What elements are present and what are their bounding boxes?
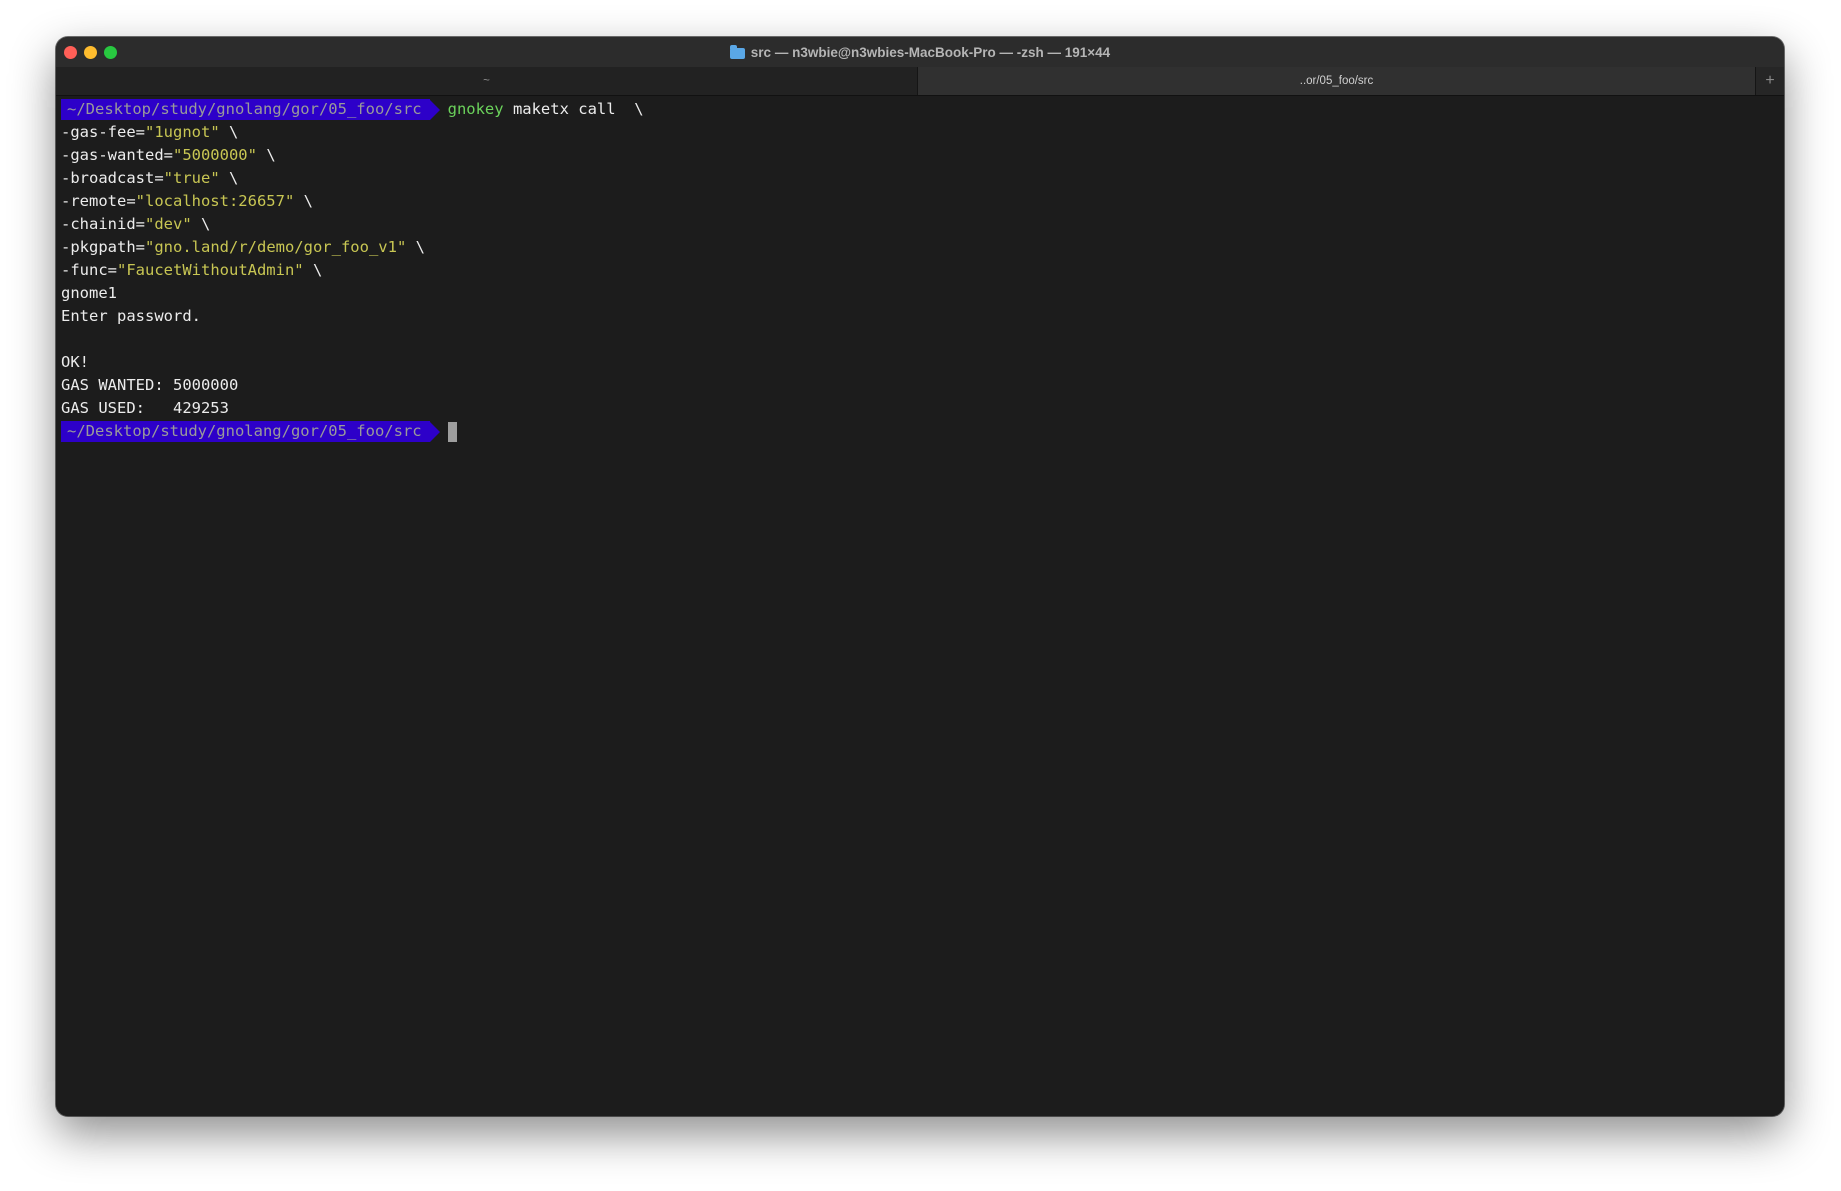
tab-src-label: ..or/05_foo/src bbox=[1299, 75, 1374, 87]
flag-key: -chainid= bbox=[61, 215, 145, 233]
prompt-path: ~/Desktop/study/gnolang/gor/05_foo/src bbox=[61, 421, 430, 442]
flag-value: "1ugnot" bbox=[145, 123, 220, 141]
terminal-output[interactable]: ~/Desktop/study/gnolang/gor/05_foo/src g… bbox=[56, 96, 1784, 1116]
minimize-window-button[interactable] bbox=[84, 46, 97, 59]
flag-key: -pkgpath= bbox=[61, 238, 145, 256]
text-cursor[interactable] bbox=[447, 421, 457, 442]
flag-value: "dev" bbox=[145, 215, 192, 233]
flag-key: -gas-fee= bbox=[61, 123, 145, 141]
flag-line: -gas-wanted= "5000000" \ bbox=[61, 144, 1784, 167]
current-prompt-line: ~/Desktop/study/gnolang/gor/05_foo/src bbox=[61, 420, 1784, 443]
folder-icon bbox=[729, 44, 745, 59]
prompt-arrow bbox=[429, 421, 440, 442]
flag-value: "gno.land/r/demo/gor_foo_v1" bbox=[145, 238, 407, 256]
flag-key: -gas-wanted= bbox=[61, 146, 173, 164]
tab-home[interactable]: ~ bbox=[56, 67, 917, 95]
terminal-window: src — n3wbie@n3wbies-MacBook-Pro — -zsh … bbox=[56, 37, 1784, 1116]
flag-tail: \ bbox=[219, 169, 239, 187]
output-ok: OK! bbox=[61, 353, 89, 371]
flag-key: -func= bbox=[61, 261, 117, 279]
flag-tail: \ bbox=[191, 215, 211, 233]
title-bar: src — n3wbie@n3wbies-MacBook-Pro — -zsh … bbox=[56, 37, 1784, 67]
flag-tail: \ bbox=[406, 238, 425, 256]
flag-line: -func= "FaucetWithoutAdmin" \ bbox=[61, 259, 1784, 282]
flag-line: -pkgpath= "gno.land/r/demo/gor_foo_v1" \ bbox=[61, 236, 1784, 259]
tab-bar: ~ ..or/05_foo/src + bbox=[56, 67, 1784, 96]
output-gas-used: GAS USED: 429253 bbox=[61, 399, 229, 417]
flag-key: -broadcast= bbox=[61, 169, 164, 187]
tab-home-label: ~ bbox=[483, 75, 490, 87]
close-window-button[interactable] bbox=[64, 46, 77, 59]
command-program: gnokey bbox=[447, 100, 504, 118]
flag-value: "true" bbox=[163, 169, 220, 187]
flag-tail: \ bbox=[294, 192, 313, 210]
flag-value: "localhost:26657" bbox=[135, 192, 295, 210]
output-gas-wanted: GAS WANTED: 5000000 bbox=[61, 376, 239, 394]
command-args: maketx call \ bbox=[503, 100, 644, 118]
flag-line: -chainid= "dev" \ bbox=[61, 213, 1784, 236]
flag-key: -remote= bbox=[61, 192, 136, 210]
window-title: src — n3wbie@n3wbies-MacBook-Pro — -zsh … bbox=[729, 44, 1111, 60]
new-tab-button[interactable]: + bbox=[1755, 67, 1784, 95]
flag-value: "FaucetWithoutAdmin" bbox=[117, 261, 304, 279]
tab-src[interactable]: ..or/05_foo/src bbox=[917, 67, 1756, 95]
flag-value: "5000000" bbox=[172, 146, 257, 164]
flag-line: -remote= "localhost:26657" \ bbox=[61, 190, 1784, 213]
command-line: ~/Desktop/study/gnolang/gor/05_foo/src g… bbox=[61, 98, 1784, 121]
flag-line: -broadcast= "true" \ bbox=[61, 167, 1784, 190]
flag-tail: \ bbox=[219, 123, 239, 141]
output-password-prompt: Enter password. bbox=[61, 307, 201, 325]
plus-icon: + bbox=[1765, 72, 1775, 89]
window-title-text: src — n3wbie@n3wbies-MacBook-Pro — -zsh … bbox=[750, 44, 1111, 60]
maximize-window-button[interactable] bbox=[104, 46, 117, 59]
flag-line: -gas-fee= "1ugnot" \ bbox=[61, 121, 1784, 144]
output-blank bbox=[61, 328, 1784, 351]
flag-tail: \ bbox=[303, 261, 323, 279]
prompt-path: ~/Desktop/study/gnolang/gor/05_foo/src bbox=[61, 99, 430, 120]
output-key-name: gnome1 bbox=[61, 284, 117, 302]
flag-tail: \ bbox=[256, 146, 276, 164]
prompt-arrow bbox=[429, 99, 440, 120]
